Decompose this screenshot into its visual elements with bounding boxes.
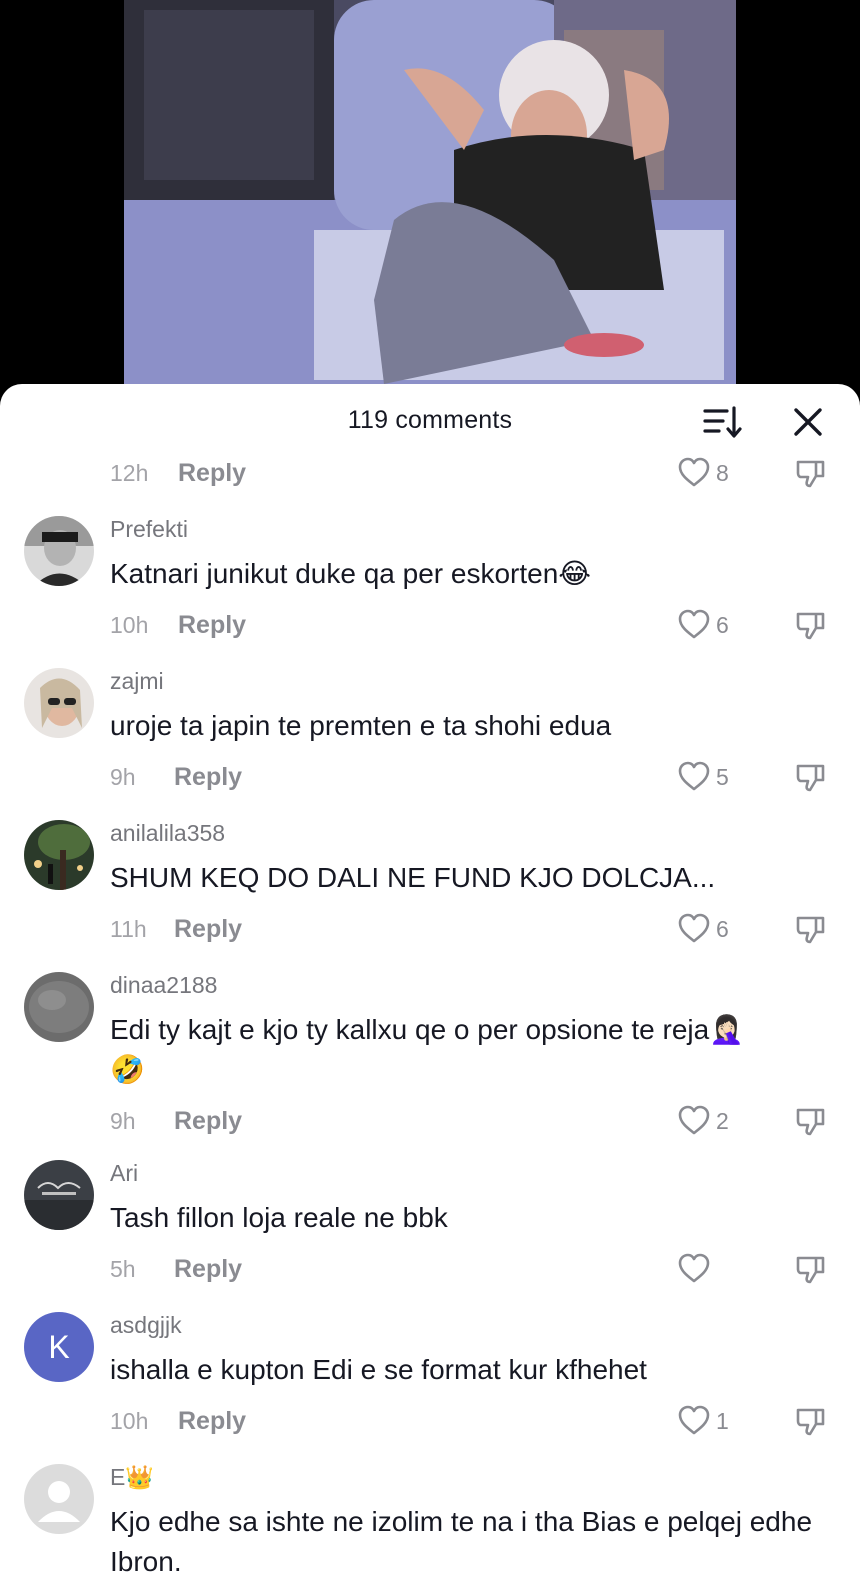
comment-text: SHUM KEQ DO DALI NE FUND KJO DOLCJA... — [110, 862, 716, 893]
reply-button[interactable]: Reply — [174, 1107, 242, 1136]
comment-time: 5h — [110, 1256, 136, 1282]
comment-username[interactable]: zajmi — [110, 668, 164, 695]
dislike-icon[interactable] — [794, 1252, 828, 1286]
video-frame[interactable] — [124, 0, 736, 384]
like-count: 1 — [716, 1408, 729, 1434]
comment-meta: 12h Reply 8 — [0, 454, 860, 494]
comment-time: 12h — [110, 460, 149, 486]
reply-button[interactable]: Reply — [178, 1407, 246, 1436]
avatar[interactable] — [24, 516, 94, 586]
heart-icon[interactable] — [677, 1104, 711, 1138]
heart-icon[interactable] — [677, 1404, 711, 1438]
like-count: 6 — [716, 916, 729, 942]
comment-time: 9h — [110, 764, 136, 790]
comment-meta: 5h Reply — [0, 1250, 860, 1290]
comment-username[interactable]: Prefekti — [110, 516, 188, 543]
video-scene-image — [124, 0, 736, 384]
comment-text: Katnari junikut duke qa per eskorten😂 — [110, 554, 830, 594]
like-count: 2 — [716, 1108, 729, 1134]
reply-button[interactable]: Reply — [178, 459, 246, 488]
rofl-emoji: 🤣 — [110, 1054, 145, 1085]
dislike-icon[interactable] — [794, 608, 828, 642]
comment-text-body: Katnari junikut duke qa per eskorten — [110, 558, 559, 589]
comment-username[interactable]: dinaa2188 — [110, 972, 217, 999]
comment-meta: 10h Reply 6 — [0, 606, 860, 646]
comment-username-text: E — [110, 1464, 126, 1490]
comment-text: Edi ty kajt e kjo ty kallxu qe o per ops… — [110, 1010, 830, 1090]
facepalm-emoji: 🤦🏻‍♀️ — [709, 1014, 745, 1045]
comment-time: 10h — [110, 612, 149, 638]
default-avatar-icon[interactable] — [24, 1464, 94, 1534]
like-count: 8 — [716, 460, 729, 486]
dislike-icon[interactable] — [794, 760, 828, 794]
like-count: 6 — [716, 612, 729, 638]
comment-username[interactable]: asdgjjk — [110, 1312, 182, 1339]
dislike-icon[interactable] — [794, 912, 828, 946]
comment-text: ishalla e kupton Edi e se format kur kfh… — [110, 1354, 647, 1385]
comment-text: uroje ta japin te premten e ta shohi edu… — [110, 710, 612, 741]
heart-icon[interactable] — [677, 912, 711, 946]
comments-sheet: 119 comments 12h Reply 8 Prefekti Katnar… — [0, 384, 860, 1577]
comment-meta: 9h Reply 2 — [0, 1102, 860, 1142]
crown-emoji: 👑 — [125, 1464, 154, 1490]
avatar-letter: K — [24, 1312, 94, 1382]
avatar[interactable] — [24, 668, 94, 738]
comment-time: 9h — [110, 1108, 136, 1134]
comment-meta: 10h Reply 1 — [0, 1402, 860, 1442]
heart-icon[interactable] — [677, 456, 711, 490]
comment-text: Kjo edhe sa ishte ne izolim te na i tha … — [110, 1506, 813, 1577]
heart-icon[interactable] — [677, 760, 711, 794]
comments-header: 119 comments — [0, 384, 860, 460]
reply-button[interactable]: Reply — [174, 915, 242, 944]
comment-time: 11h — [110, 916, 147, 942]
comment-meta: 11h Reply 6 — [0, 910, 860, 950]
avatar[interactable]: K — [24, 1312, 94, 1382]
comment-text-body: Edi ty kajt e kjo ty kallxu qe o per ops… — [110, 1014, 710, 1045]
heart-icon[interactable] — [677, 1252, 711, 1286]
dislike-icon[interactable] — [794, 1104, 828, 1138]
heart-icon[interactable] — [677, 608, 711, 642]
close-icon[interactable] — [790, 404, 826, 440]
reply-button[interactable]: Reply — [174, 1255, 242, 1284]
comment-meta: 9h Reply 5 — [0, 758, 860, 798]
avatar[interactable] — [24, 1160, 94, 1230]
laughing-emoji: 😂 — [558, 558, 591, 589]
comment-username[interactable]: anilalila358 — [110, 820, 225, 847]
sort-icon[interactable] — [703, 404, 743, 440]
dislike-icon[interactable] — [794, 456, 828, 490]
comment-username[interactable]: E👑 — [110, 1464, 154, 1491]
reply-button[interactable]: Reply — [174, 763, 242, 792]
comment-time: 10h — [110, 1408, 149, 1434]
video-player[interactable] — [0, 0, 860, 400]
comment-username[interactable]: Ari — [110, 1160, 138, 1187]
like-count: 5 — [716, 764, 729, 790]
avatar[interactable] — [24, 820, 94, 890]
reply-button[interactable]: Reply — [178, 611, 246, 640]
avatar[interactable] — [24, 972, 94, 1042]
dislike-icon[interactable] — [794, 1404, 828, 1438]
comment-text: Tash fillon loja reale ne bbk — [110, 1202, 448, 1233]
